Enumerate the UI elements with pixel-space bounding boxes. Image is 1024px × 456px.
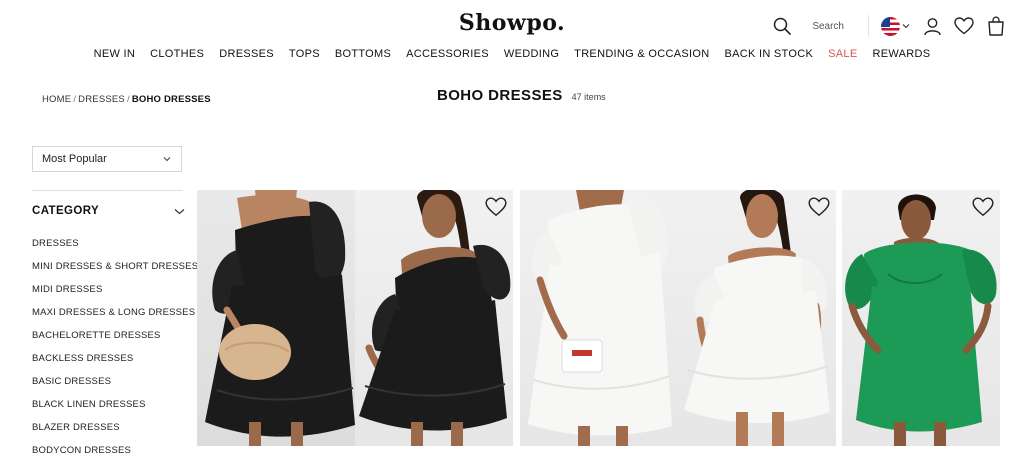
chevron-down-icon (902, 24, 910, 29)
category-item[interactable]: MAXI DRESSES & LONG DRESSES (32, 307, 198, 330)
category-list: DRESSES MINI DRESSES & SHORT DRESSES MID… (32, 238, 198, 456)
page-title: BOHO DRESSES (437, 87, 563, 104)
breadcrumb-home[interactable]: HOME (42, 94, 71, 105)
shopping-bag-icon[interactable] (984, 14, 1008, 38)
main-nav: NEW IN CLOTHES DRESSES TOPS BOTTOMS ACCE… (0, 48, 1024, 60)
sort-selected-value: Most Popular (42, 153, 107, 165)
category-item[interactable]: MIDI DRESSES (32, 284, 198, 307)
nav-item-new-in[interactable]: NEW IN (94, 48, 136, 60)
category-item[interactable]: BACKLESS DRESSES (32, 353, 198, 376)
header-divider (868, 15, 869, 37)
nav-item-back-in-stock[interactable]: BACK IN STOCK (724, 48, 813, 60)
product-card[interactable] (520, 190, 836, 446)
product-card[interactable] (842, 190, 1000, 446)
category-item[interactable]: BASIC DRESSES (32, 376, 198, 399)
nav-item-bottoms[interactable]: BOTTOMS (335, 48, 391, 60)
sort-dropdown[interactable]: Most Popular (32, 146, 182, 172)
category-item[interactable]: BLAZER DRESSES (32, 422, 198, 445)
product-image-back[interactable] (678, 190, 836, 446)
user-icon[interactable] (920, 14, 944, 38)
category-item[interactable]: MINI DRESSES & SHORT DRESSES (32, 261, 198, 284)
breadcrumb-separator: / (73, 94, 77, 105)
nav-item-dresses[interactable]: DRESSES (219, 48, 274, 60)
category-item[interactable]: BACHELORETTE DRESSES (32, 330, 198, 353)
product-image-back[interactable] (355, 190, 513, 446)
category-item[interactable]: BLACK LINEN DRESSES (32, 399, 198, 422)
breadcrumb-separator: / (126, 94, 130, 105)
breadcrumb-current: BOHO DRESSES (131, 94, 211, 105)
nav-item-accessories[interactable]: ACCESSORIES (406, 48, 489, 60)
nav-item-sale[interactable]: SALE (828, 48, 857, 60)
product-image-front[interactable] (197, 190, 355, 446)
category-header[interactable]: CATEGORY (32, 205, 185, 217)
category-item[interactable]: BODYCON DRESSES (32, 445, 198, 456)
nav-item-rewards[interactable]: REWARDS (872, 48, 930, 60)
chevron-down-icon (174, 208, 185, 214)
category-divider (32, 190, 183, 191)
category-title: CATEGORY (32, 205, 100, 217)
breadcrumb: HOME / DRESSES / BOHO DRESSES (42, 94, 211, 105)
product-image-front[interactable] (842, 190, 1000, 446)
heart-icon[interactable] (952, 14, 976, 38)
nav-item-clothes[interactable]: CLOTHES (150, 48, 204, 60)
item-count: 47 items (571, 92, 606, 102)
header-tools: Search (770, 14, 1008, 38)
wishlist-heart-icon[interactable] (971, 195, 995, 219)
wishlist-heart-icon[interactable] (807, 195, 831, 219)
wishlist-heart-icon[interactable] (484, 195, 508, 219)
nav-item-wedding[interactable]: WEDDING (504, 48, 559, 60)
country-selector[interactable] (881, 16, 910, 36)
category-item[interactable]: DRESSES (32, 238, 198, 261)
nav-item-tops[interactable]: TOPS (289, 48, 320, 60)
page-heading: BOHO DRESSES 47 items (437, 87, 606, 104)
nav-item-trending-occasion[interactable]: TRENDING & OCCASION (574, 48, 709, 60)
product-image-front[interactable] (520, 190, 678, 446)
product-card[interactable] (197, 190, 513, 446)
chevron-down-icon (163, 157, 171, 162)
us-flag-icon (881, 16, 900, 36)
search-icon[interactable] (770, 14, 794, 38)
search-input[interactable]: Search (812, 21, 844, 32)
breadcrumb-dresses[interactable]: DRESSES (78, 94, 125, 105)
